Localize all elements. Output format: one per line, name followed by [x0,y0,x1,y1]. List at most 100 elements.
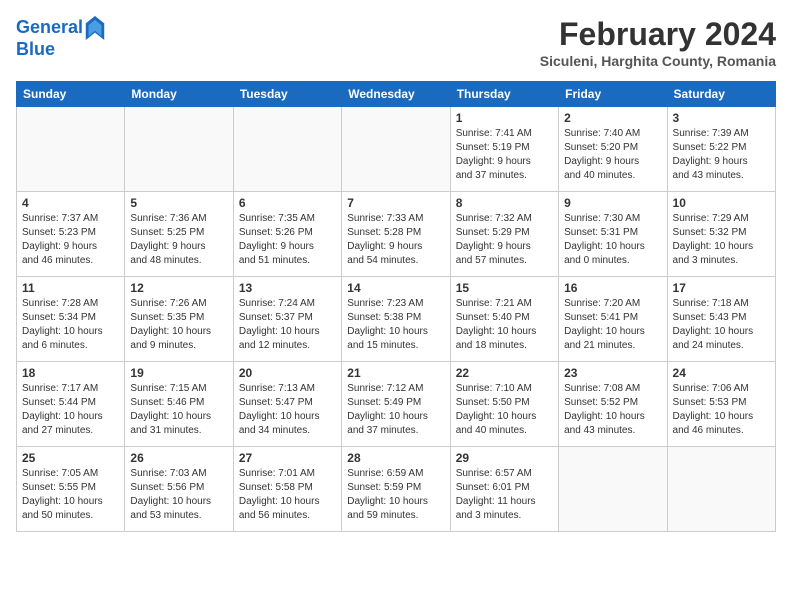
calendar-week-row: 25 Sunrise: 7:05 AMSunset: 5:55 PMDayligh… [17,447,776,532]
calendar-cell: 23 Sunrise: 7:08 AMSunset: 5:52 PMDayligh… [559,362,667,447]
day-number: 8 [456,196,553,210]
day-number: 2 [564,111,661,125]
calendar-cell: 27Sunrise: 7:01 AMSunset: 5:58 PMDayligh… [233,447,341,532]
calendar-cell: 5Sunrise: 7:36 AMSunset: 5:25 PMDaylight… [125,192,233,277]
calendar-cell: 22 Sunrise: 7:10 AMSunset: 5:50 PMDayligh… [450,362,558,447]
logo-text: General [16,18,83,38]
calendar-cell [125,107,233,192]
weekday-header: Tuesday [233,82,341,107]
day-number: 6 [239,196,336,210]
day-number: 12 [130,281,227,295]
calendar-cell: 28Sunrise: 6:59 AMSunset: 5:59 PMDayligh… [342,447,450,532]
day-info: Sunrise: 7:12 AMSunset: 5:49 PMDaylight:… [347,382,444,438]
day-info: Sunrise: 7:26 AMSunset: 5:35 PMDaylight:… [130,297,227,353]
logo-icon [85,16,105,40]
day-info: Sunrise: 7:17 AMSunset: 5:44 PMDaylight:… [22,382,119,438]
day-info: Sunrise: 7:39 AMSunset: 5:22 PMDaylight:… [673,127,770,183]
day-number: 18 [22,366,119,380]
day-info: Sunrise: 7:41 AMSunset: 5:19 PMDaylight:… [456,127,553,183]
day-info: Sunrise: 7:37 AMSunset: 5:23 PMDaylight:… [22,212,119,268]
calendar-table: SundayMondayTuesdayWednesdayThursdayFrid… [16,81,776,532]
day-info: Sunrise: 7:08 AMSunset: 5:52 PMDaylight:… [564,382,661,438]
day-number: 1 [456,111,553,125]
calendar-cell: 4 Sunrise: 7:37 AMSunset: 5:23 PMDaylight… [17,192,125,277]
day-number: 26 [130,451,227,465]
weekday-header: Saturday [667,82,775,107]
title-block: February 2024 Siculeni, Harghita County,… [540,16,776,69]
weekday-header: Monday [125,82,233,107]
day-number: 9 [564,196,661,210]
location-subtitle: Siculeni, Harghita County, Romania [540,53,776,69]
calendar-cell: 19Sunrise: 7:15 AMSunset: 5:46 PMDayligh… [125,362,233,447]
day-info: Sunrise: 6:59 AMSunset: 5:59 PMDaylight:… [347,467,444,523]
day-number: 10 [673,196,770,210]
day-info: Sunrise: 7:06 AMSunset: 5:53 PMDaylight:… [673,382,770,438]
calendar-cell: 29Sunrise: 6:57 AMSunset: 6:01 PMDayligh… [450,447,558,532]
calendar-cell: 17Sunrise: 7:18 AMSunset: 5:43 PMDayligh… [667,277,775,362]
month-title: February 2024 [540,16,776,53]
calendar-cell: 12 Sunrise: 7:26 AMSunset: 5:35 PMDayligh… [125,277,233,362]
calendar-cell: 7 Sunrise: 7:33 AMSunset: 5:28 PMDaylight… [342,192,450,277]
day-number: 16 [564,281,661,295]
day-number: 25 [22,451,119,465]
logo-text-blue: Blue [16,40,105,60]
day-number: 15 [456,281,553,295]
calendar-cell [559,447,667,532]
calendar-cell: 18 Sunrise: 7:17 AMSunset: 5:44 PMDayligh… [17,362,125,447]
day-number: 14 [347,281,444,295]
calendar-cell [17,107,125,192]
weekday-header: Wednesday [342,82,450,107]
calendar-cell [667,447,775,532]
day-info: Sunrise: 7:32 AMSunset: 5:29 PMDaylight:… [456,212,553,268]
weekday-header: Sunday [17,82,125,107]
calendar-cell: 26 Sunrise: 7:03 AMSunset: 5:56 PMDayligh… [125,447,233,532]
calendar-week-row: 11 Sunrise: 7:28 AMSunset: 5:34 PMDayligh… [17,277,776,362]
day-number: 23 [564,366,661,380]
day-number: 29 [456,451,553,465]
day-info: Sunrise: 7:35 AMSunset: 5:26 PMDaylight:… [239,212,336,268]
calendar-cell: 9 Sunrise: 7:30 AMSunset: 5:31 PMDaylight… [559,192,667,277]
weekday-header-row: SundayMondayTuesdayWednesdayThursdayFrid… [17,82,776,107]
day-number: 20 [239,366,336,380]
calendar-cell: 10Sunrise: 7:29 AMSunset: 5:32 PMDayligh… [667,192,775,277]
calendar-week-row: 1 Sunrise: 7:41 AMSunset: 5:19 PMDaylight… [17,107,776,192]
day-info: Sunrise: 7:23 AMSunset: 5:38 PMDaylight:… [347,297,444,353]
day-number: 22 [456,366,553,380]
calendar-cell: 14 Sunrise: 7:23 AMSunset: 5:38 PMDayligh… [342,277,450,362]
calendar-cell: 2 Sunrise: 7:40 AMSunset: 5:20 PMDaylight… [559,107,667,192]
calendar-cell: 21 Sunrise: 7:12 AMSunset: 5:49 PMDayligh… [342,362,450,447]
day-info: Sunrise: 7:03 AMSunset: 5:56 PMDaylight:… [130,467,227,523]
day-info: Sunrise: 7:01 AMSunset: 5:58 PMDaylight:… [239,467,336,523]
calendar-cell: 25 Sunrise: 7:05 AMSunset: 5:55 PMDayligh… [17,447,125,532]
day-info: Sunrise: 7:13 AMSunset: 5:47 PMDaylight:… [239,382,336,438]
calendar-cell: 24Sunrise: 7:06 AMSunset: 5:53 PMDayligh… [667,362,775,447]
day-info: Sunrise: 7:30 AMSunset: 5:31 PMDaylight:… [564,212,661,268]
logo: General Blue [16,16,105,60]
day-number: 21 [347,366,444,380]
calendar-cell: 6 Sunrise: 7:35 AMSunset: 5:26 PMDaylight… [233,192,341,277]
weekday-header: Thursday [450,82,558,107]
day-info: Sunrise: 7:10 AMSunset: 5:50 PMDaylight:… [456,382,553,438]
calendar-cell [233,107,341,192]
day-info: Sunrise: 7:24 AMSunset: 5:37 PMDaylight:… [239,297,336,353]
weekday-header: Friday [559,82,667,107]
day-info: Sunrise: 7:33 AMSunset: 5:28 PMDaylight:… [347,212,444,268]
day-number: 11 [22,281,119,295]
calendar-cell: 8 Sunrise: 7:32 AMSunset: 5:29 PMDaylight… [450,192,558,277]
calendar-cell: 11 Sunrise: 7:28 AMSunset: 5:34 PMDayligh… [17,277,125,362]
calendar-cell: 13 Sunrise: 7:24 AMSunset: 5:37 PMDayligh… [233,277,341,362]
day-info: Sunrise: 7:21 AMSunset: 5:40 PMDaylight:… [456,297,553,353]
day-info: Sunrise: 7:40 AMSunset: 5:20 PMDaylight:… [564,127,661,183]
day-number: 4 [22,196,119,210]
day-info: Sunrise: 7:05 AMSunset: 5:55 PMDaylight:… [22,467,119,523]
page-header: General Blue February 2024 Siculeni, Har… [16,16,776,69]
day-number: 7 [347,196,444,210]
day-info: Sunrise: 7:28 AMSunset: 5:34 PMDaylight:… [22,297,119,353]
day-info: Sunrise: 7:20 AMSunset: 5:41 PMDaylight:… [564,297,661,353]
day-number: 5 [130,196,227,210]
calendar-week-row: 18 Sunrise: 7:17 AMSunset: 5:44 PMDayligh… [17,362,776,447]
day-number: 13 [239,281,336,295]
day-number: 19 [130,366,227,380]
calendar-cell [342,107,450,192]
day-number: 17 [673,281,770,295]
